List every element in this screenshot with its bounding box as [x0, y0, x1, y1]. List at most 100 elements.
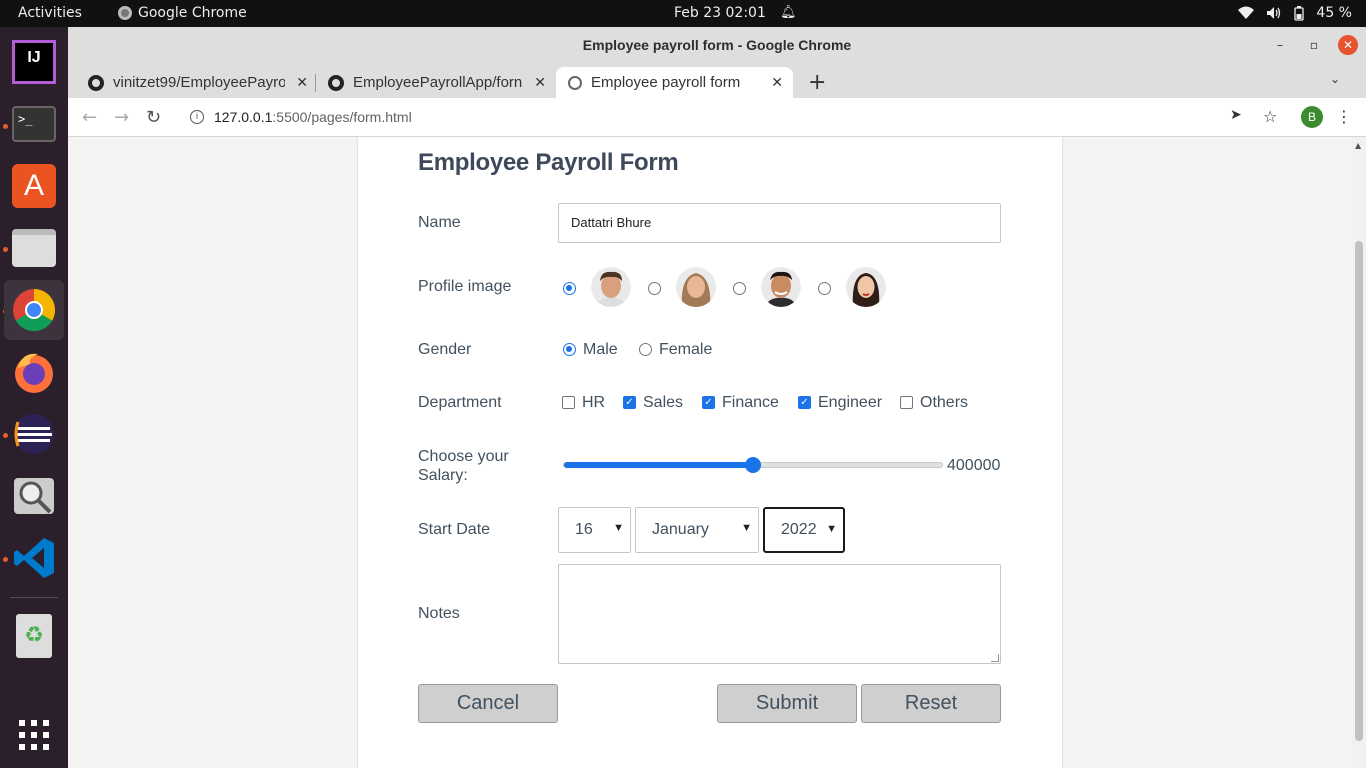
chrome-menu-icon[interactable]: ⋮	[1336, 107, 1352, 126]
tab-strip: vinitzet99/EmployeePayro ✕ EmployeePayro…	[68, 64, 1366, 98]
year-value: 2022	[781, 521, 817, 538]
profile-image-radio-4[interactable]	[818, 282, 831, 295]
notes-textarea[interactable]	[558, 564, 1001, 664]
new-tab-button[interactable]: +	[808, 70, 826, 95]
tab-github-repo[interactable]: vinitzet99/EmployeePayro ✕	[80, 67, 312, 98]
notes-label: Notes	[418, 605, 460, 622]
volume-icon	[1267, 7, 1281, 19]
dock: IJ >_ A ♻	[0, 27, 68, 768]
close-window-button[interactable]: ✕	[1338, 35, 1358, 55]
department-others-checkbox[interactable]	[900, 396, 913, 409]
chrome-small-icon	[118, 6, 132, 20]
profile-image-label: Profile image	[418, 278, 512, 295]
start-date-label: Start Date	[418, 521, 491, 538]
app-menu[interactable]: Google Chrome	[118, 5, 247, 21]
tab-separator	[315, 74, 316, 92]
address-bar[interactable]: i 127.0.0.1:5500/pages/form.html	[178, 102, 1218, 132]
submit-button[interactable]: Submit	[717, 684, 857, 723]
eclipse-icon[interactable]	[4, 404, 64, 464]
profile-image-3[interactable]	[761, 267, 801, 307]
magnifier-icon[interactable]	[4, 466, 64, 526]
app-grid-icon[interactable]	[4, 705, 64, 765]
year-select[interactable]: 2022 ▼	[763, 507, 845, 553]
window-titlebar[interactable]: Employee payroll form - Google Chrome – …	[68, 27, 1366, 64]
department-hr-label[interactable]: HR	[582, 394, 605, 412]
resize-handle-icon[interactable]	[991, 654, 999, 662]
name-input[interactable]: Dattatri Bhure	[558, 203, 1001, 243]
bell-icon: 🔔︎	[780, 5, 797, 20]
profile-image-4[interactable]	[846, 267, 886, 307]
activities-button[interactable]: Activities	[18, 5, 82, 21]
form-card: Employee Payroll Form Name Dattatri Bhur…	[358, 137, 1062, 768]
site-info-icon[interactable]: i	[190, 110, 204, 124]
salary-label-line-1: Choose your	[418, 448, 509, 465]
name-label: Name	[418, 214, 461, 231]
department-label: Department	[418, 394, 502, 411]
reload-icon[interactable]: ↻	[146, 107, 161, 128]
department-sales-checkbox[interactable]: ✓	[623, 396, 636, 409]
system-top-bar: Activities Google Chrome Feb 23 02:01 🔔︎…	[0, 0, 1366, 27]
department-finance-checkbox[interactable]: ✓	[702, 396, 715, 409]
window-title: Employee payroll form - Google Chrome	[582, 37, 852, 53]
tab-title: Employee payroll form	[591, 74, 741, 91]
gender-male-radio[interactable]	[563, 343, 576, 356]
month-select[interactable]: January ▼	[635, 507, 759, 553]
system-tray[interactable]: 45 %	[1238, 5, 1352, 21]
app-name: Google Chrome	[138, 5, 247, 21]
send-to-device-icon[interactable]: ➤	[1230, 107, 1242, 123]
gender-female-radio[interactable]	[639, 343, 652, 356]
wifi-icon	[1238, 6, 1255, 19]
profile-image-radio-1[interactable]	[563, 282, 576, 295]
gender-female-label[interactable]: Female	[659, 341, 712, 359]
clock[interactable]: Feb 23 02:01	[674, 5, 766, 21]
department-finance-label[interactable]: Finance	[722, 394, 779, 412]
profile-image-2[interactable]	[676, 267, 716, 307]
day-select[interactable]: 16 ▼	[558, 507, 631, 553]
software-store-icon[interactable]: A	[4, 156, 64, 216]
trash-icon[interactable]: ♻	[4, 606, 64, 666]
maximize-button[interactable]: ▫	[1304, 35, 1324, 55]
department-sales-label[interactable]: Sales	[643, 394, 683, 412]
battery-icon	[1294, 5, 1305, 21]
terminal-icon[interactable]: >_	[4, 94, 64, 154]
chrome-icon[interactable]	[4, 280, 64, 340]
reset-button[interactable]: Reset	[861, 684, 1001, 723]
tab-search-chevron-icon[interactable]: ⌄	[1330, 72, 1340, 86]
chrome-window: Employee payroll form - Google Chrome – …	[68, 27, 1366, 768]
tab-close-icon[interactable]: ✕	[296, 74, 308, 91]
tab-github-form[interactable]: EmployeePayrollApp/forn ✕	[320, 67, 550, 98]
gender-male-label[interactable]: Male	[583, 341, 618, 359]
scroll-up-arrow-icon[interactable]: ▲	[1355, 141, 1361, 150]
intellij-icon[interactable]: IJ	[4, 32, 64, 92]
tab-close-icon[interactable]: ✕	[771, 74, 783, 91]
back-icon[interactable]: ←	[82, 107, 97, 128]
dock-separator	[10, 597, 58, 598]
department-others-label[interactable]: Others	[920, 394, 968, 412]
chevron-down-icon: ▼	[826, 523, 837, 535]
scrollbar-thumb[interactable]	[1355, 241, 1363, 741]
files-icon[interactable]	[4, 218, 64, 278]
vscode-icon[interactable]	[4, 528, 64, 588]
profile-image-radio-3[interactable]	[733, 282, 746, 295]
profile-image-1[interactable]	[591, 267, 631, 307]
cancel-button[interactable]: Cancel	[418, 684, 558, 723]
gender-label: Gender	[418, 341, 472, 358]
bookmark-star-icon[interactable]: ☆	[1263, 107, 1277, 126]
month-value: January	[652, 521, 709, 538]
department-engineer-label[interactable]: Engineer	[818, 394, 882, 412]
forward-icon[interactable]: →	[114, 107, 129, 128]
chevron-down-icon: ▼	[741, 522, 752, 534]
chevron-down-icon: ▼	[613, 522, 624, 534]
salary-label: Choose your Salary:	[418, 447, 509, 485]
page-scrollbar[interactable]: ▲	[1352, 137, 1366, 768]
minimize-button[interactable]: –	[1270, 35, 1290, 55]
tab-close-icon[interactable]: ✕	[534, 74, 546, 91]
tab-employee-payroll-form[interactable]: Employee payroll form ✕	[556, 67, 793, 98]
department-engineer-checkbox[interactable]: ✓	[798, 396, 811, 409]
profile-image-radio-2[interactable]	[648, 282, 661, 295]
profile-avatar[interactable]: B	[1301, 106, 1323, 128]
department-hr-checkbox[interactable]	[562, 396, 575, 409]
firefox-icon[interactable]	[4, 342, 64, 402]
salary-slider-thumb[interactable]	[745, 457, 761, 473]
browser-toolbar: ← → ↻ i 127.0.0.1:5500/pages/form.html ➤…	[68, 98, 1366, 137]
